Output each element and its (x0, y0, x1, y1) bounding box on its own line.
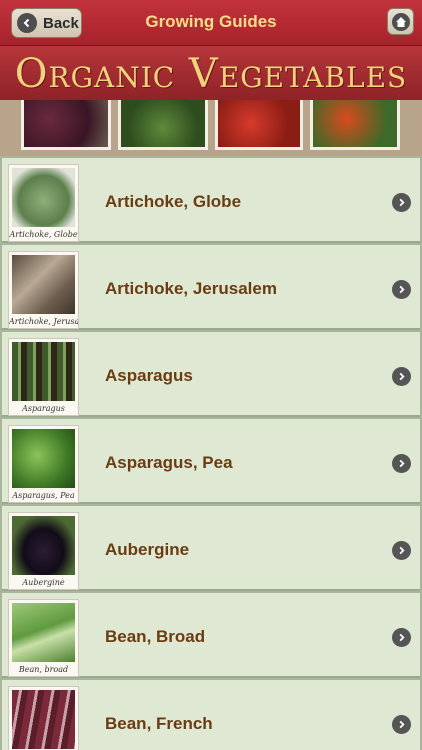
banner-photo-peppers (310, 100, 400, 150)
thumbnail: Aubergine (8, 512, 79, 590)
chevron-right-icon[interactable] (392, 367, 411, 386)
thumbnail: Artichoke, Jerusalem (8, 251, 79, 329)
list-item[interactable]: Artichoke, Jerusalem Artichoke, Jerusale… (2, 245, 420, 330)
banner-photo-leaves (118, 100, 208, 150)
page-title: Growing Guides (145, 12, 277, 31)
list-item-title: Bean, Broad (105, 627, 206, 646)
list-item-title: Artichoke, Jerusalem (105, 279, 277, 298)
thumbnail: Asparagus (8, 338, 79, 416)
thumbnail-caption: Bean, broad (18, 665, 69, 674)
list-item[interactable]: Asparagus, Pea Asparagus, Pea (2, 419, 420, 504)
thumbnail: Bean, broad (8, 599, 79, 677)
home-button[interactable] (387, 8, 414, 35)
banner-photo-beetroot (21, 100, 111, 150)
thumbnail: Asparagus, Pea (8, 425, 79, 503)
vegetable-photo (12, 255, 75, 314)
chevron-right-icon[interactable] (392, 280, 411, 299)
thumbnail (8, 686, 79, 750)
list-item[interactable]: Bean, broad Bean, Broad (2, 593, 420, 678)
list-item[interactable]: Aubergine Aubergine (2, 506, 420, 591)
list-item-title: Aubergine (105, 540, 190, 559)
thumbnail-caption: Asparagus, Pea (12, 491, 75, 500)
thumbnail-caption: Artichoke, Globe (9, 230, 78, 239)
vegetable-photo (12, 690, 75, 749)
chevron-right-icon[interactable] (392, 628, 411, 647)
banner-photo-tomatoes (215, 100, 303, 150)
thumbnail-caption: Asparagus (22, 404, 65, 413)
vegetable-photo (12, 168, 75, 227)
list-item-title: Asparagus (105, 366, 193, 385)
chevron-right-icon[interactable] (392, 541, 411, 560)
thumbnail-caption: Artichoke, Jerusalem (9, 317, 78, 326)
vegetable-photo (12, 603, 75, 662)
home-icon (391, 12, 410, 31)
vegetable-list[interactable]: Artichoke, Globe Artichoke, Globe Artich… (0, 156, 422, 750)
vegetable-photo (12, 516, 75, 575)
chevron-right-icon[interactable] (392, 193, 411, 212)
thumbnail: Artichoke, Globe (8, 164, 79, 242)
list-item-title: Asparagus, Pea (105, 453, 233, 472)
header-banner: Organic Vegetables (0, 46, 422, 156)
list-item[interactable]: Artichoke, Globe Artichoke, Globe (2, 158, 420, 243)
banner-title: Organic Vegetables (14, 51, 408, 97)
list-item-title: Artichoke, Globe (105, 192, 242, 211)
navigation-bar: Back Growing Guides (0, 0, 422, 46)
list-item-title: Bean, French (105, 714, 213, 733)
chevron-right-icon[interactable] (392, 454, 411, 473)
list-item[interactable]: Bean, French (2, 680, 420, 750)
thumbnail-caption: Aubergine (22, 578, 65, 587)
vegetable-photo (12, 429, 75, 488)
banner-title-strip: Organic Vegetables (0, 46, 422, 100)
vegetable-photo (12, 342, 75, 401)
chevron-right-icon[interactable] (392, 715, 411, 734)
list-item[interactable]: Asparagus Asparagus (2, 332, 420, 417)
